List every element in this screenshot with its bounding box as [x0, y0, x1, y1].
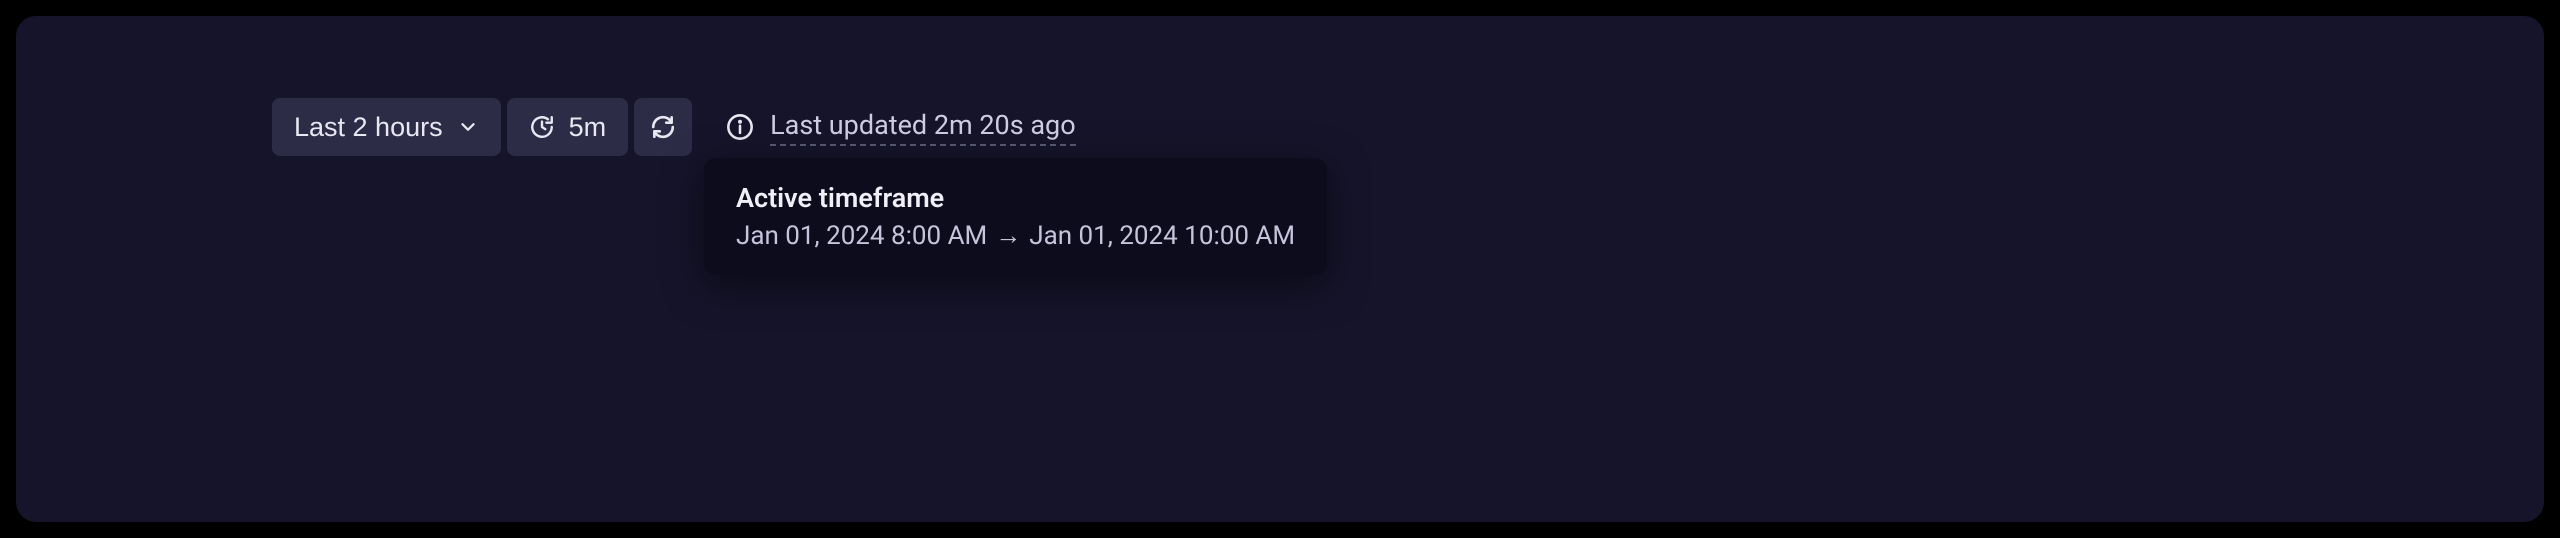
- tooltip-title: Active timeframe: [736, 182, 1295, 214]
- panel-container: Last 2 hours 5m: [16, 16, 2544, 522]
- arrow-right-icon: →: [995, 220, 1021, 251]
- info-icon: [726, 113, 754, 141]
- active-timeframe-tooltip: Active timeframe Jan 01, 2024 8:00 AM → …: [704, 158, 1327, 275]
- last-updated-text[interactable]: Last updated 2m 20s ago: [770, 109, 1076, 146]
- timeframe-to: Jan 01, 2024 10:00 AM: [1029, 221, 1295, 251]
- chevron-down-icon: [457, 116, 479, 138]
- timerange-button[interactable]: Last 2 hours: [272, 98, 501, 156]
- toolbar: Last 2 hours 5m: [272, 98, 1076, 156]
- button-group: Last 2 hours 5m: [272, 98, 692, 156]
- clock-refresh-icon: [529, 114, 555, 140]
- refresh-icon: [650, 114, 676, 140]
- interval-label: 5m: [569, 112, 607, 143]
- timerange-label: Last 2 hours: [294, 112, 443, 143]
- refresh-interval-button[interactable]: 5m: [507, 98, 629, 156]
- tooltip-body: Jan 01, 2024 8:00 AM → Jan 01, 2024 10:0…: [736, 220, 1295, 251]
- status-wrap: Last updated 2m 20s ago: [726, 109, 1076, 146]
- timeframe-from: Jan 01, 2024 8:00 AM: [736, 221, 987, 251]
- refresh-button[interactable]: [634, 98, 692, 156]
